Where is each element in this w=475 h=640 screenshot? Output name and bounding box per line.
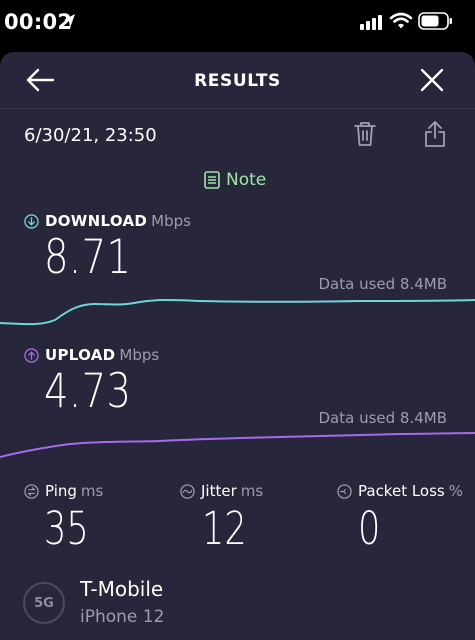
jitter-header: Jitter ms bbox=[180, 482, 263, 500]
page-title: RESULTS bbox=[194, 71, 281, 91]
packet-loss-value: 0 bbox=[358, 502, 381, 555]
jitter-unit: ms bbox=[240, 482, 264, 500]
upload-unit: Mbps bbox=[119, 346, 160, 364]
results-header: RESULTS bbox=[0, 52, 475, 109]
download-label: DOWNLOAD bbox=[45, 212, 148, 230]
download-icon bbox=[24, 213, 39, 229]
ping-unit: ms bbox=[80, 482, 104, 500]
packet-loss-icon bbox=[337, 483, 352, 499]
upload-graph bbox=[0, 432, 475, 458]
ping-icon bbox=[24, 483, 39, 499]
jitter-icon bbox=[180, 483, 195, 499]
upload-value: 4.73 bbox=[44, 364, 132, 419]
upload-icon bbox=[24, 347, 39, 363]
battery-icon bbox=[418, 12, 452, 30]
jitter-label: Jitter bbox=[201, 482, 237, 500]
delete-button[interactable] bbox=[353, 120, 377, 148]
download-value: 8.71 bbox=[44, 230, 132, 285]
device-name: iPhone 12 bbox=[80, 607, 165, 627]
download-unit: Mbps bbox=[151, 212, 191, 230]
close-button[interactable] bbox=[418, 66, 446, 94]
packet-loss-unit: % bbox=[448, 482, 464, 500]
share-button[interactable] bbox=[423, 119, 447, 149]
packet-loss-header: Packet Loss % bbox=[337, 482, 463, 500]
network-type-badge: 5G bbox=[23, 582, 65, 624]
download-header: DOWNLOAD Mbps bbox=[24, 212, 191, 230]
download-graph bbox=[0, 299, 475, 326]
note-button[interactable]: Note bbox=[204, 168, 266, 192]
note-label: Note bbox=[226, 170, 267, 190]
ping-value: 35 bbox=[44, 502, 89, 555]
cellular-signal-icon bbox=[360, 15, 382, 30]
location-arrow-icon bbox=[64, 14, 75, 28]
jitter-value: 12 bbox=[202, 502, 247, 555]
results-sheet: RESULTS 6/30/21, 23:50 Note DOWNLOAD Mbp… bbox=[0, 52, 475, 640]
ping-header: Ping ms bbox=[24, 482, 103, 500]
result-date: 6/30/21, 23:50 bbox=[24, 125, 157, 146]
upload-header: UPLOAD Mbps bbox=[24, 346, 159, 364]
carrier-name: T-Mobile bbox=[80, 577, 164, 601]
status-bar: 00:02 bbox=[0, 0, 475, 48]
upload-label: UPLOAD bbox=[45, 346, 116, 364]
wifi-icon bbox=[389, 12, 413, 29]
note-icon bbox=[204, 171, 220, 189]
ping-label: Ping bbox=[45, 482, 77, 500]
packet-loss-label: Packet Loss bbox=[358, 482, 445, 500]
